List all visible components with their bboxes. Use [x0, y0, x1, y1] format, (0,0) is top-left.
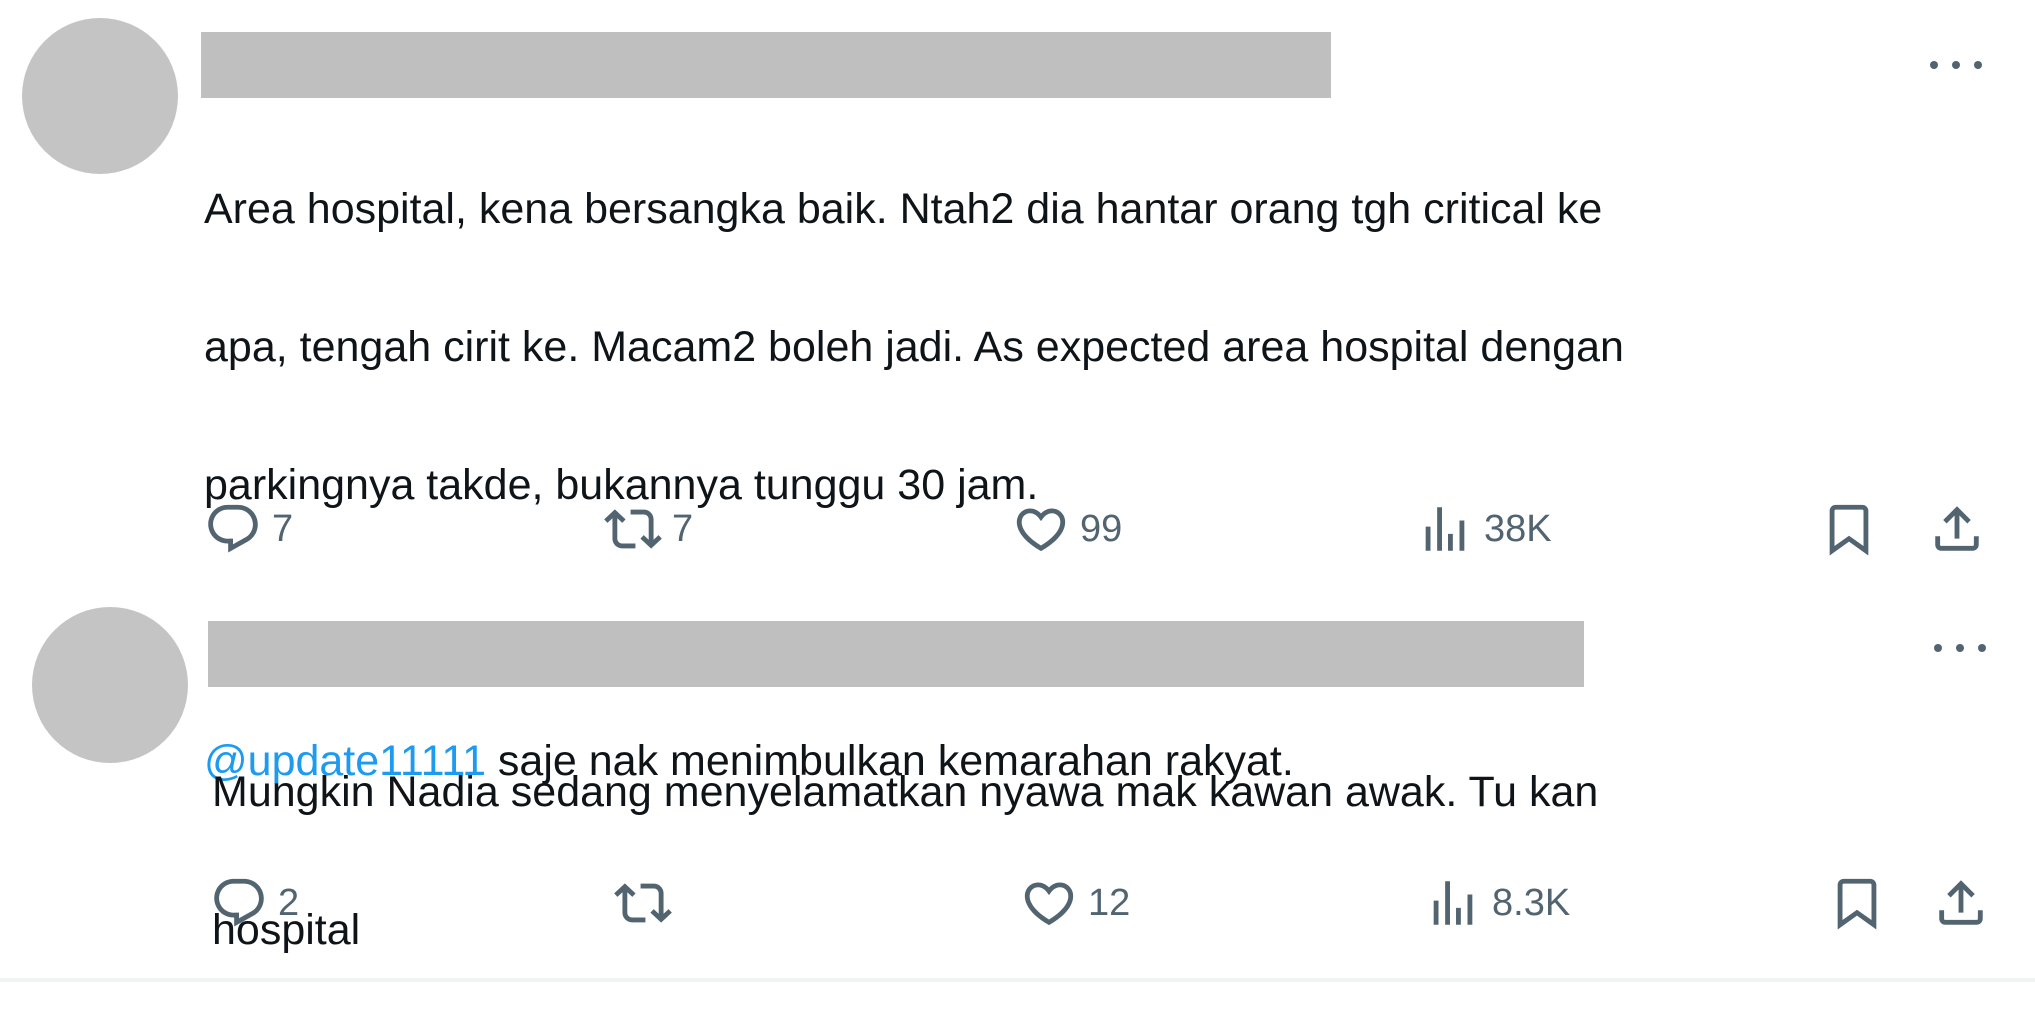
reply-button[interactable]: 7	[204, 499, 293, 559]
tweet[interactable]: Mungkin Nadia sedang menyelamatkan nyawa…	[0, 585, 2035, 980]
more-dot	[1956, 644, 1964, 652]
action-bar: 2 12 8.3K	[0, 873, 2035, 933]
more-dot	[1930, 61, 1938, 69]
like-count: 99	[1080, 507, 1123, 550]
bar-chart-icon	[1424, 874, 1482, 932]
tweet[interactable]: Area hospital, kena bersangka baik. Ntah…	[0, 0, 2035, 785]
bookmark-icon	[1828, 874, 1886, 932]
like-button[interactable]: 99	[1012, 499, 1122, 559]
retweet-icon	[604, 500, 662, 558]
share-upload-icon	[1928, 500, 1986, 558]
reply-count: 2	[278, 881, 300, 924]
speech-bubble-icon	[210, 874, 268, 932]
bookmark-button[interactable]	[1820, 499, 1878, 559]
heart-icon	[1020, 874, 1078, 932]
bookmark-icon	[1820, 500, 1878, 558]
share-upload-icon	[1932, 874, 1990, 932]
redacted-username	[201, 32, 1331, 98]
like-count: 12	[1088, 881, 1131, 924]
avatar[interactable]	[22, 18, 178, 174]
more-dot	[1974, 61, 1982, 69]
tweet-text-line: Area hospital, kena bersangka baik. Ntah…	[204, 185, 1603, 233]
share-button[interactable]	[1928, 499, 1986, 559]
bar-chart-icon	[1416, 500, 1474, 558]
reply-count: 7	[272, 507, 294, 550]
more-dot	[1978, 644, 1986, 652]
retweet-icon	[614, 874, 672, 932]
action-bar: 7 7 99 38K	[0, 499, 2035, 559]
more-dot	[1934, 644, 1942, 652]
reply-button[interactable]: 2	[210, 873, 299, 933]
views-count: 8.3K	[1492, 881, 1571, 924]
retweet-count: 7	[672, 507, 694, 550]
tweet-text-line: apa, tengah cirit ke. Macam2 boleh jadi.…	[204, 323, 1624, 371]
tweet-text: Mungkin Nadia sedang menyelamatkan nyawa…	[212, 689, 1992, 1034]
avatar[interactable]	[32, 607, 188, 763]
views-button[interactable]: 8.3K	[1424, 873, 1570, 933]
like-button[interactable]: 12	[1020, 873, 1130, 933]
more-options-button[interactable]	[1926, 50, 1986, 80]
views-button[interactable]: 38K	[1416, 499, 1552, 559]
tweet-text-line: Mungkin Nadia sedang menyelamatkan nyawa…	[212, 768, 1599, 816]
more-dot	[1952, 61, 1960, 69]
retweet-button[interactable]	[614, 873, 682, 933]
bookmark-button[interactable]	[1828, 873, 1886, 933]
more-options-button[interactable]	[1930, 633, 1990, 663]
redacted-username	[208, 621, 1584, 687]
share-button[interactable]	[1932, 873, 1990, 933]
timeline-divider	[0, 978, 2035, 982]
views-count: 38K	[1484, 507, 1552, 550]
speech-bubble-icon	[204, 500, 262, 558]
heart-icon	[1012, 500, 1070, 558]
retweet-button[interactable]: 7	[604, 499, 693, 559]
